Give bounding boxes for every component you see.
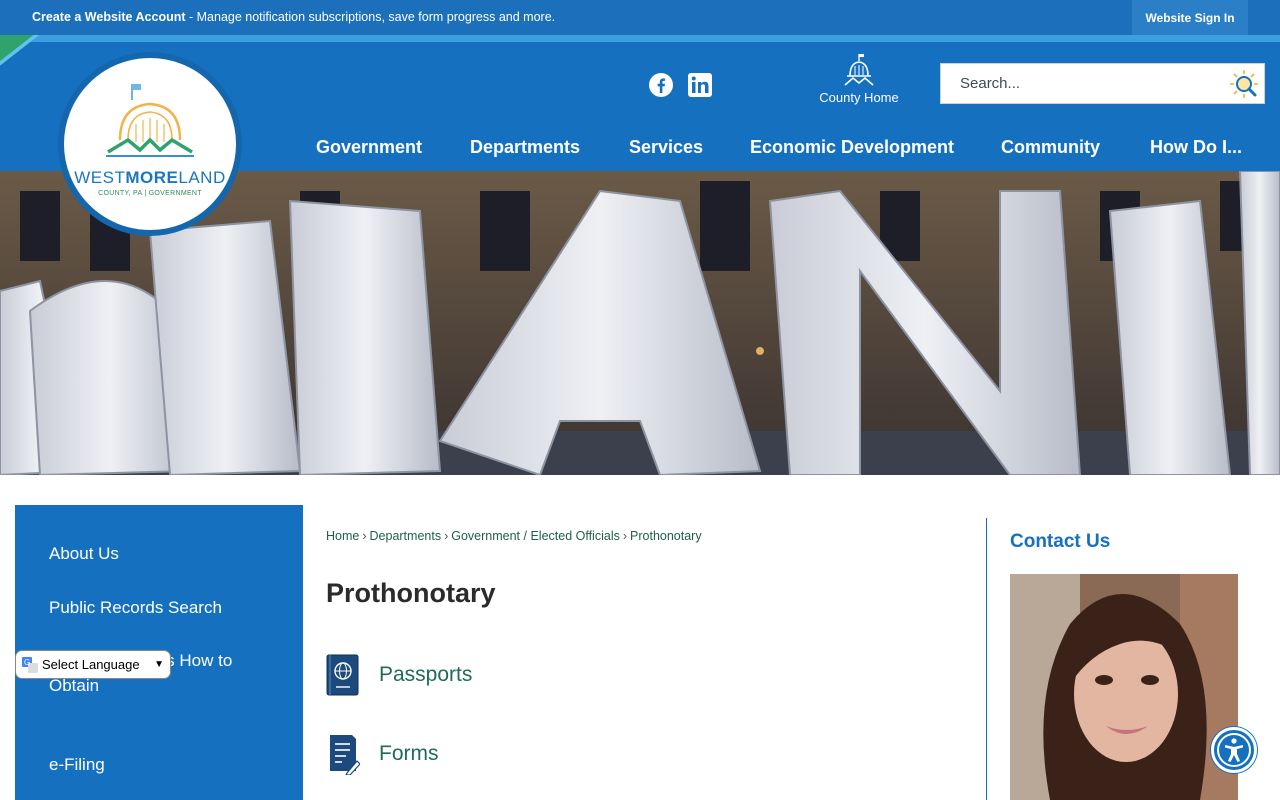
breadcrumb-home[interactable]: Home — [326, 529, 359, 543]
account-message: Create a Website Account - Manage notifi… — [32, 10, 555, 24]
language-select[interactable]: G Select Language ▼ — [15, 650, 171, 679]
chevron-down-icon: ▼ — [154, 659, 164, 670]
breadcrumb-separator: › — [444, 529, 449, 543]
quicklink-forms[interactable]: Forms — [326, 733, 439, 775]
courthouse-logo-icon — [106, 84, 194, 157]
accessibility-icon — [1217, 733, 1251, 767]
facebook-icon[interactable] — [648, 72, 674, 98]
search-input[interactable] — [941, 64, 1221, 103]
nav-services[interactable]: Services — [629, 137, 703, 159]
sidebar-item-e-filing[interactable]: e-Filing — [49, 753, 279, 778]
nav-economic-development[interactable]: Economic Development — [750, 137, 954, 159]
quicklink-passports[interactable]: Passports — [326, 654, 472, 696]
county-logo[interactable]: WESTMORELAND COUNTY, PA | GOVERNMENT — [58, 52, 242, 236]
breadcrumb: Home › Departments › Government / Elected Of… — [326, 529, 702, 543]
contact-title[interactable]: Contact Us — [1010, 531, 1110, 553]
quicklink-label: Forms — [379, 742, 439, 765]
contact-photo — [1010, 574, 1238, 800]
accessibility-button[interactable] — [1211, 727, 1257, 773]
logo-wordmark: WESTMORELAND — [74, 168, 226, 187]
linkedin-icon[interactable] — [687, 72, 713, 98]
courthouse-icon — [844, 54, 874, 86]
account-message-text: - Manage notification subscriptions, sav… — [185, 10, 556, 24]
google-translate-icon: G — [22, 656, 38, 673]
breadcrumb-departments[interactable]: Departments — [370, 529, 442, 543]
breadcrumb-government[interactable]: Government / Elected Officials — [451, 529, 620, 543]
portrait-image — [1010, 574, 1238, 800]
top-bar: Create a Website Account - Manage notifi… — [0, 0, 1280, 35]
create-account-link[interactable]: Create a Website Account — [32, 10, 186, 24]
sign-in-button[interactable]: Website Sign In — [1132, 0, 1248, 35]
nav-government[interactable]: Government — [316, 137, 422, 159]
passport-icon — [326, 654, 359, 696]
page-title: Prothonotary — [326, 578, 496, 608]
language-select-label: Select Language — [42, 657, 140, 672]
nav-community[interactable]: Community — [1001, 137, 1100, 159]
quicklink-label: Passports — [379, 663, 473, 686]
search-box — [940, 63, 1265, 104]
breadcrumb-separator: › — [362, 529, 367, 543]
svg-text:G: G — [24, 658, 30, 667]
nav-how-do-i[interactable]: How Do I... — [1150, 137, 1242, 159]
search-icon[interactable] — [1228, 68, 1260, 100]
form-icon — [330, 735, 360, 775]
county-home-label: County Home — [819, 90, 899, 105]
county-home-link[interactable]: County Home — [810, 52, 908, 105]
logo-subtitle: COUNTY, PA | GOVERNMENT — [98, 190, 202, 197]
breadcrumb-separator: › — [622, 529, 628, 543]
breadcrumb-current[interactable]: Prothonotary — [630, 529, 702, 543]
nav-departments[interactable]: Departments — [470, 137, 580, 159]
header-stripe — [0, 35, 1280, 42]
sidebar-divider — [986, 518, 987, 800]
sidebar-item-about-us[interactable]: About Us — [49, 542, 279, 567]
sidebar-item-public-records-search[interactable]: Public Records Search — [49, 596, 279, 621]
